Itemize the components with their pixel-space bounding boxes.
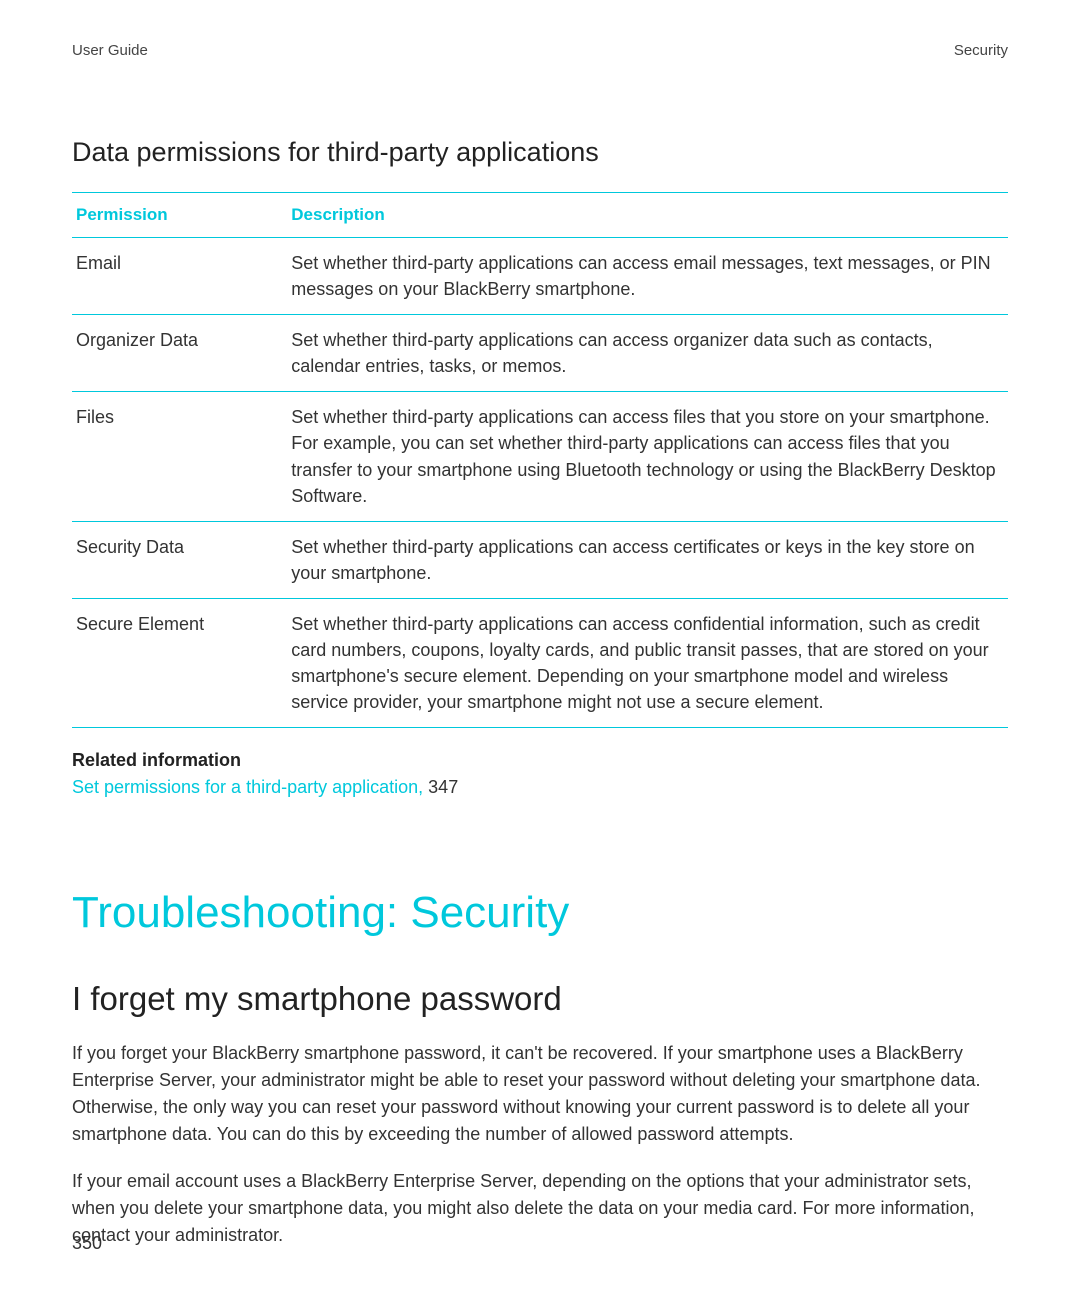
cell-permission: Secure Element (72, 598, 287, 727)
body-paragraph: If you forget your BlackBerry smartphone… (72, 1040, 1008, 1148)
related-link[interactable]: Set permissions for a third-party applic… (72, 777, 428, 797)
cell-permission: Files (72, 392, 287, 521)
header-left: User Guide (72, 42, 148, 59)
cell-description: Set whether third-party applications can… (287, 598, 1008, 727)
table-row: Files Set whether third-party applicatio… (72, 392, 1008, 521)
table-row: Security Data Set whether third-party ap… (72, 521, 1008, 598)
cell-description: Set whether third-party applications can… (287, 521, 1008, 598)
problem-heading: I forget my smartphone password (72, 980, 1008, 1018)
header-right: Security (954, 42, 1008, 59)
cell-permission: Email (72, 238, 287, 315)
cell-description: Set whether third-party applications can… (287, 315, 1008, 392)
table-row: Email Set whether third-party applicatio… (72, 238, 1008, 315)
col-header-description: Description (287, 193, 1008, 238)
table-row: Secure Element Set whether third-party a… (72, 598, 1008, 727)
section-heading: Data permissions for third-party applica… (72, 137, 1008, 168)
related-link-page: 347 (428, 777, 458, 797)
table-row: Organizer Data Set whether third-party a… (72, 315, 1008, 392)
body-paragraph: If your email account uses a BlackBerry … (72, 1168, 1008, 1249)
troubleshooting-heading: Troubleshooting: Security (72, 888, 1008, 938)
related-link-row: Set permissions for a third-party applic… (72, 777, 1008, 798)
permissions-table: Permission Description Email Set whether… (72, 192, 1008, 728)
col-header-permission: Permission (72, 193, 287, 238)
cell-permission: Security Data (72, 521, 287, 598)
page-number: 350 (72, 1233, 102, 1254)
cell-description: Set whether third-party applications can… (287, 238, 1008, 315)
related-info-heading: Related information (72, 750, 1008, 771)
cell-description: Set whether third-party applications can… (287, 392, 1008, 521)
cell-permission: Organizer Data (72, 315, 287, 392)
